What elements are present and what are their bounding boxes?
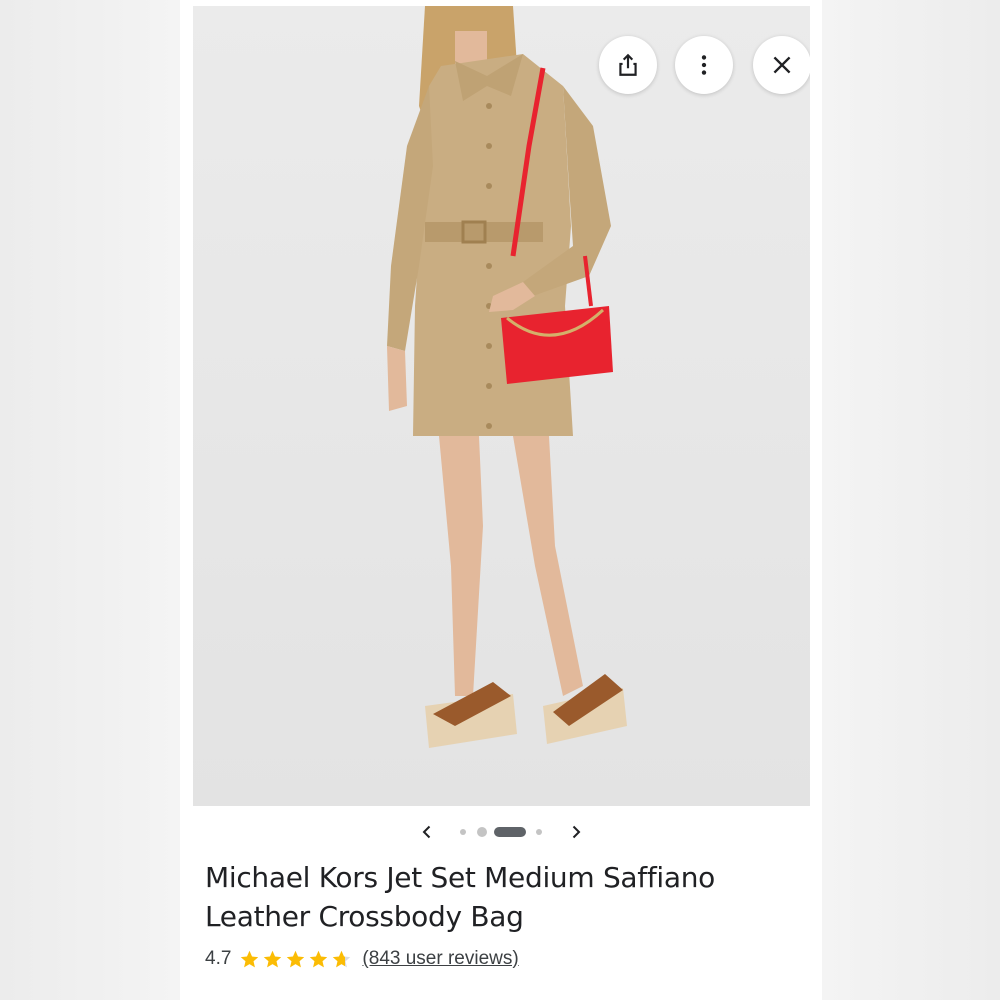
- product-title: Michael Kors Jet Set Medium Saffiano Lea…: [205, 861, 716, 933]
- share-icon: [619, 53, 637, 76]
- rating-value: 4.7: [205, 948, 232, 969]
- star-icon: [333, 950, 351, 967]
- share-button[interactable]: [599, 36, 657, 94]
- chevron-right-icon: [572, 825, 581, 839]
- carousel-dot[interactable]: [536, 829, 542, 835]
- star-icon: [241, 950, 259, 967]
- reviews-link[interactable]: (843 user reviews): [362, 948, 518, 970]
- star-icon: [264, 950, 282, 967]
- star-icon: [287, 950, 305, 967]
- rating-row: 4.7 (843 user reviews): [205, 946, 519, 972]
- star-icon: [310, 950, 328, 967]
- image-carousel-nav: [180, 818, 822, 846]
- more-vert-icon: [701, 55, 707, 75]
- more-options-button[interactable]: [675, 36, 733, 94]
- previous-image-button[interactable]: [415, 818, 439, 846]
- rating-stars: [239, 949, 354, 970]
- close-icon: [773, 56, 791, 74]
- background-left: [0, 0, 180, 1000]
- product-image[interactable]: [193, 6, 810, 806]
- next-image-button[interactable]: [564, 818, 588, 846]
- carousel-dot-active[interactable]: [494, 827, 526, 837]
- carousel-dot[interactable]: [460, 829, 466, 835]
- product-card: Michael Kors Jet Set Medium Saffiano Lea…: [180, 0, 822, 1000]
- background-right: [822, 0, 1000, 1000]
- chevron-left-icon: [422, 825, 431, 839]
- close-button[interactable]: [753, 36, 810, 94]
- carousel-dot[interactable]: [477, 827, 487, 837]
- product-photo: [193, 6, 810, 806]
